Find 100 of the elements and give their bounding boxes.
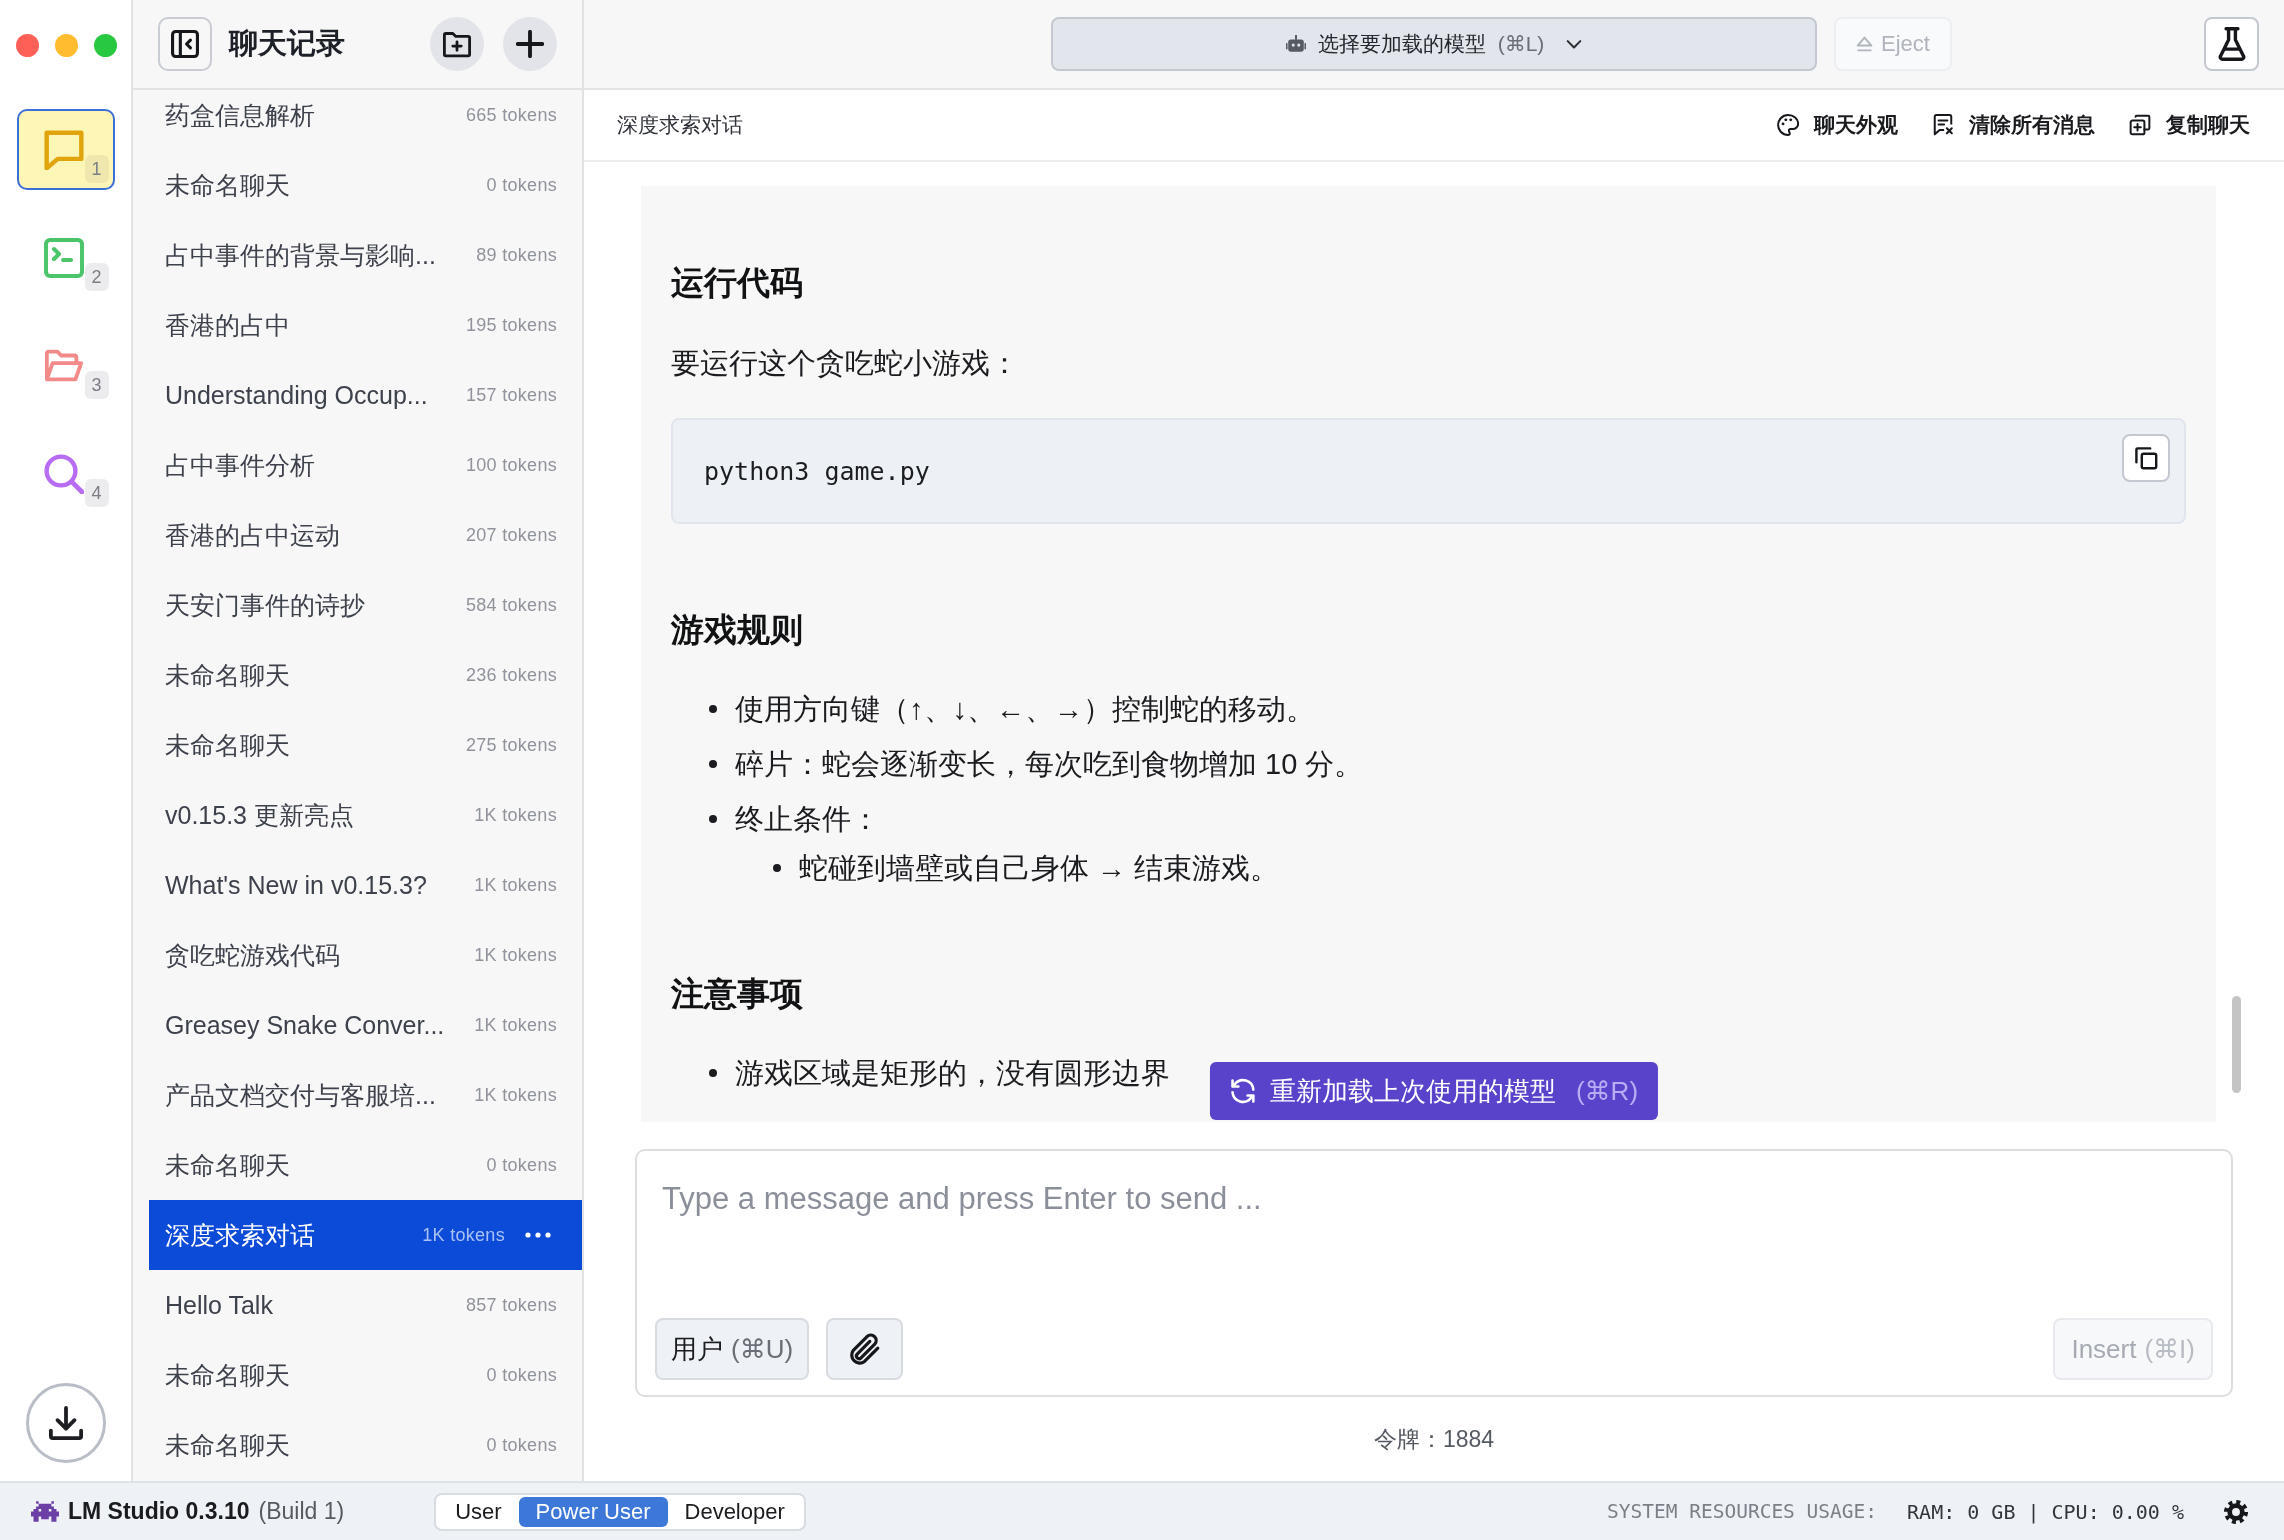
chat-item-title: 天安门事件的诗抄 [165,589,366,621]
new-chat-button[interactable] [503,17,557,71]
appearance-button[interactable]: 聊天外观 [1777,111,1898,139]
chat-list-item[interactable]: 未命名聊天 0 tokens [149,150,582,220]
chat-list-item[interactable]: 未命名聊天 0 tokens [149,1340,582,1410]
chat-item-title: 贪吃蛇游戏代码 [165,939,341,971]
model-selector[interactable]: 选择要加载的模型 (⌘L) [1051,17,1817,71]
bullet-icon [773,864,781,872]
chat-list-item[interactable]: What's New in v0.15.3? 1K tokens [149,850,582,920]
chat-list-item[interactable]: 香港的占中 195 tokens [149,290,582,360]
build-label: (Build 1) [258,1498,345,1525]
paperclip-icon [848,1333,881,1365]
window-close-button[interactable] [16,34,39,57]
attach-button[interactable] [826,1318,904,1380]
chat-list-item[interactable]: Greasey Snake Conver... 1K tokens [149,990,582,1060]
more-icon[interactable] [525,1232,551,1238]
chevron-down-icon [1566,39,1583,49]
chat-item-title: v0.15.3 更新亮点 [165,799,355,831]
token-total: 令牌：1884 [1373,1425,1495,1454]
bullet-icon [709,705,717,713]
clear-messages-button[interactable]: 清除所有消息 [1932,111,2095,139]
terminal-icon [43,237,84,278]
token-count: 665 tokens [465,104,557,126]
chat-item-title: 香港的占中 [165,309,291,341]
chat-list-item[interactable]: 产品文档交付与客服培... 1K tokens [149,1060,582,1130]
list-item-text: 游戏区域是矩形的，没有圆形边界 [735,1056,1170,1091]
chat-item-title: 香港的占中运动 [165,519,341,551]
chat-list-item[interactable]: 占中事件的背景与影响... 89 tokens [149,220,582,290]
copy-chat-button[interactable]: 复制聊天 [2129,111,2250,139]
chat-list-item[interactable]: 天安门事件的诗抄 584 tokens [149,570,582,640]
copy-icon [2134,446,2158,470]
chat-list-item[interactable]: 未命名聊天 275 tokens [149,710,582,780]
token-count: 0 tokens [486,1364,557,1386]
chat-item-title: 未命名聊天 [165,1359,291,1391]
token-count: 857 tokens [465,1294,557,1316]
chat-list-item[interactable]: 深度求索对话 1K tokens [149,1200,582,1270]
copy-code-button[interactable] [2122,434,2170,482]
shortcut-badge: 4 [84,479,109,507]
chat-item-title: Understanding Occup... [165,380,429,410]
message-input[interactable]: Type a message and press Enter to send ... [655,1169,2213,1318]
settings-icon[interactable] [2222,1497,2250,1526]
role-button[interactable]: 用户 (⌘U) [655,1318,810,1380]
plus-icon [516,30,544,58]
reload-model-button[interactable]: 重新加载上次使用的模型 (⌘R) [1209,1062,1659,1120]
token-count: 100 tokens [465,454,557,476]
logo-icon [31,1501,59,1522]
chat-item-title: 未命名聊天 [165,1429,291,1461]
chat-list-item[interactable]: Hello Talk 857 tokens [149,1270,582,1340]
chat-list-item[interactable]: 香港的占中运动 207 tokens [149,500,582,570]
shortcut-badge: 1 [84,155,109,183]
refresh-icon [1229,1078,1256,1104]
token-count: 207 tokens [465,524,557,546]
labs-button[interactable] [2204,17,2259,71]
chat-item-title: 未命名聊天 [165,659,291,691]
chat-list-item[interactable]: v0.15.3 更新亮点 1K tokens [149,780,582,850]
new-folder-button[interactable] [430,17,484,71]
chat-list-item[interactable]: 药盒信息解析 665 tokens [149,90,582,150]
chat-list-item[interactable]: 未命名聊天 236 tokens [149,640,582,710]
token-count: 157 tokens [465,384,557,406]
palette-icon [1777,114,1799,136]
scrollbar-thumb[interactable] [2232,996,2241,1093]
token-count: 1K tokens [474,944,557,966]
chat-list-item[interactable]: 未命名聊天 0 tokens [149,1130,582,1200]
duplicate-icon [2129,114,2151,136]
bullet-icon [709,760,717,768]
chat-list-item[interactable]: 未命名聊天 0 tokens [149,1410,582,1480]
chat-item-title: Hello Talk [165,1290,274,1320]
chat-list-item[interactable]: 占中事件分析 100 tokens [149,430,582,500]
sidebar-toggle-button[interactable] [158,17,212,71]
chat-item-title: 未命名聊天 [165,729,291,761]
chat-bubble-icon [43,129,84,170]
mode-tab[interactable]: Developer [667,1496,802,1527]
token-count: 1K tokens [422,1224,505,1246]
search-icon [43,453,84,494]
chat-item-title: 未命名聊天 [165,1149,291,1181]
mode-tab[interactable]: User [438,1496,519,1527]
token-count: 1K tokens [474,1084,557,1106]
list-item-text: 碎片：蛇会逐渐变长，每次吃到食物增加 10 分。 [735,747,1364,782]
chat-item-title: 深度求索对话 [165,1219,316,1251]
message-x-icon [1932,114,1954,136]
bullet-icon [709,1069,717,1077]
sidebar-icon [171,30,199,58]
token-count: 1K tokens [474,804,557,826]
bullet-icon [709,815,717,823]
chat-item-title: 未命名聊天 [165,169,291,201]
app-name: LM Studio 0.3.10 [68,1498,250,1525]
chat-list-item[interactable]: 贪吃蛇游戏代码 1K tokens [149,920,582,990]
chat-list-item[interactable]: Understanding Occup... 157 tokens [149,360,582,430]
token-count: 584 tokens [465,594,557,616]
shortcut-badge: 3 [84,371,109,399]
chat-item-title: 产品文档交付与客服培... [165,1079,437,1111]
token-count: 195 tokens [465,314,557,336]
token-count: 1K tokens [474,1014,557,1036]
section-heading: 运行代码 [671,263,804,303]
token-count: 0 tokens [486,1434,557,1456]
chat-item-title: 药盒信息解析 [165,99,316,131]
chat-item-title: 占中事件的背景与影响... [165,239,437,271]
folder-plus-icon [443,30,471,58]
mode-tab[interactable]: Power User [518,1496,668,1527]
download-icon [48,1406,83,1440]
